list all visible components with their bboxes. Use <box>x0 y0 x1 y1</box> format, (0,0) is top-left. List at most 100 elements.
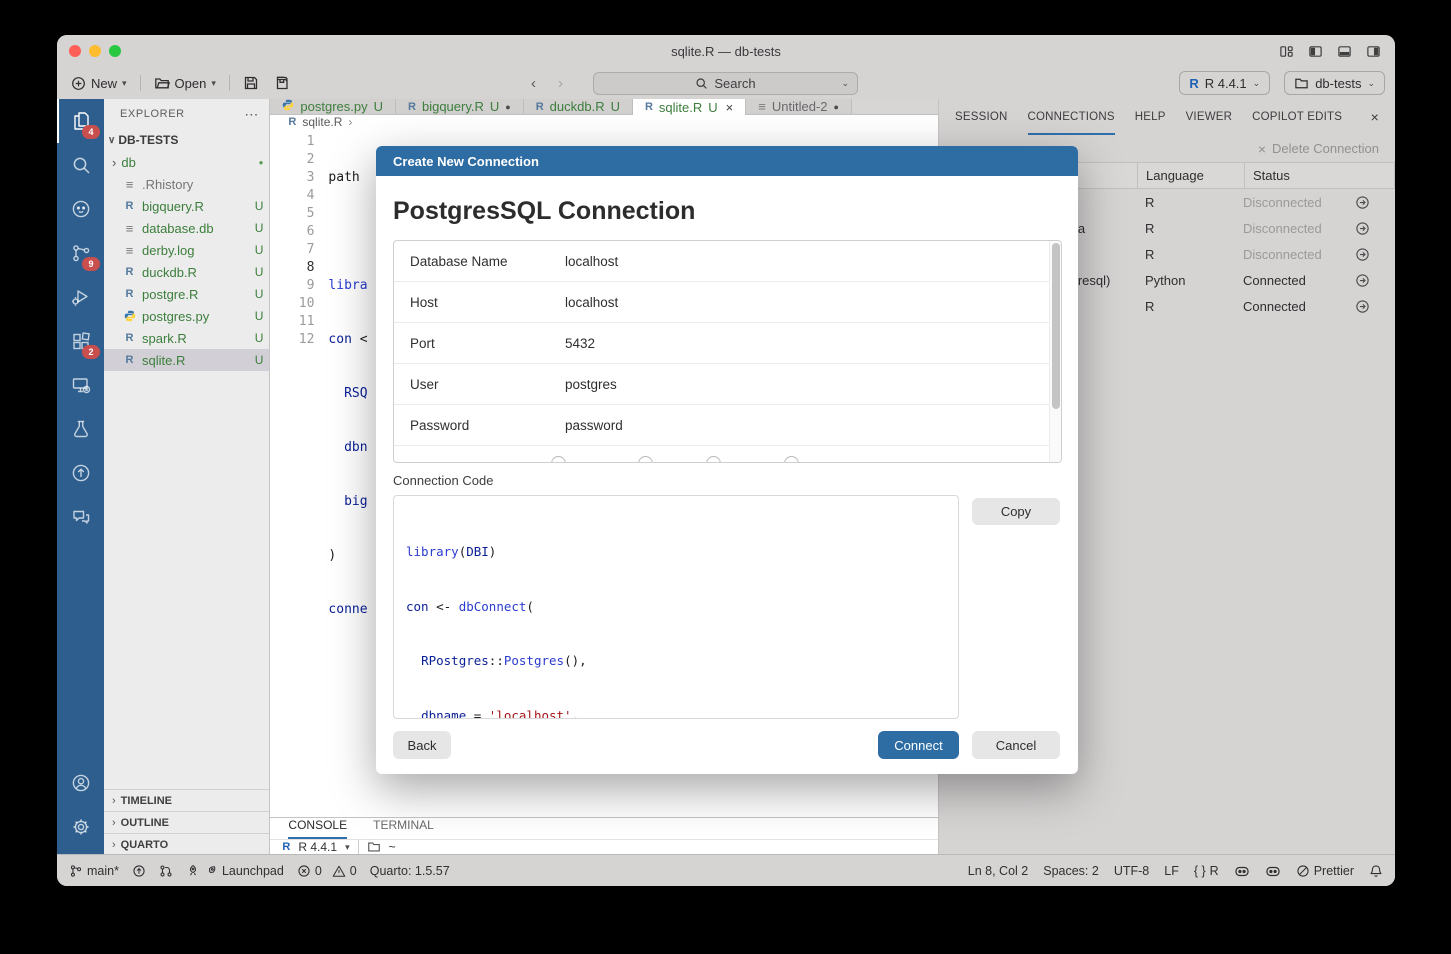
copy-button[interactable]: Copy <box>972 498 1060 525</box>
sidebar-item-run-debug[interactable] <box>57 275 104 319</box>
tab-connections[interactable]: CONNECTIONS <box>1028 99 1115 135</box>
tab-help[interactable]: HELP <box>1135 99 1166 135</box>
file-item-duckdb-r[interactable]: R duckdb.R U <box>104 261 269 283</box>
breadcrumb[interactable]: R sqlite.R › <box>270 115 938 129</box>
tab-sqlite-r[interactable]: R sqlite.R U × <box>633 99 746 115</box>
port-field[interactable]: 5432 <box>565 336 595 351</box>
sidebar-item-remote-explorer[interactable] <box>57 363 104 407</box>
save-all-button[interactable] <box>269 75 293 91</box>
tab-viewer[interactable]: VIEWER <box>1186 99 1233 135</box>
file-item-sqlite-r[interactable]: R sqlite.R U <box>104 349 269 371</box>
form-row-user[interactable]: User postgres <box>394 364 1061 405</box>
file-item-database-db[interactable]: ≡ database.db U <box>104 217 269 239</box>
radio-button[interactable] <box>551 456 566 463</box>
section-timeline[interactable]: › TIMELINE <box>104 789 269 811</box>
ellipsis-icon[interactable]: ⋯ <box>244 106 259 123</box>
file-item-derby-log[interactable]: ≡ derby.log U <box>104 239 269 261</box>
folder-open-icon <box>154 75 170 91</box>
tab-copilot-edits[interactable]: COPILOT EDITS <box>1252 99 1342 135</box>
close-tab-icon[interactable]: × <box>726 100 734 115</box>
tab-duckdb-r[interactable]: R duckdb.R U <box>524 99 633 114</box>
open-connection-icon[interactable] <box>1349 247 1376 262</box>
encoding-indicator[interactable]: UTF-8 <box>1114 864 1149 878</box>
toggle-left-panel-icon[interactable] <box>1308 44 1323 59</box>
account-button[interactable] <box>57 761 104 805</box>
radio-button[interactable] <box>638 456 653 463</box>
eol-indicator[interactable]: LF <box>1164 864 1179 878</box>
open-connection-icon[interactable] <box>1349 195 1376 210</box>
open-connection-icon[interactable] <box>1349 299 1376 314</box>
file-item-spark-r[interactable]: R spark.R U <box>104 327 269 349</box>
tab-untitled-2[interactable]: ≡ Untitled-2 ● <box>746 99 852 114</box>
delete-connection-button[interactable]: Delete Connection <box>1272 141 1379 156</box>
toggle-right-panel-icon[interactable] <box>1366 44 1381 59</box>
sidebar-item-publish[interactable] <box>57 451 104 495</box>
database-name-field[interactable]: localhost <box>565 254 618 269</box>
tab-session[interactable]: SESSION <box>955 99 1008 135</box>
language-mode[interactable]: { } R <box>1194 864 1219 878</box>
form-row-password[interactable]: Password password <box>394 405 1061 446</box>
section-quarto[interactable]: › QUARTO <box>104 833 269 855</box>
customize-layout-icon[interactable] <box>1279 44 1294 59</box>
section-outline[interactable]: › OUTLINE <box>104 811 269 833</box>
sidebar-item-extensions[interactable]: 2 <box>57 319 104 363</box>
indentation-indicator[interactable]: Spaces: 2 <box>1043 864 1099 878</box>
open-connection-icon[interactable] <box>1349 273 1376 288</box>
form-row-database-name[interactable]: Database Name localhost <box>394 241 1061 282</box>
new-button[interactable]: New ▾ <box>67 76 131 91</box>
password-field[interactable]: password <box>565 418 623 433</box>
file-item-postgre-r[interactable]: R postgre.R U <box>104 283 269 305</box>
folder-item-db[interactable]: › db ● <box>104 151 269 173</box>
tab-console[interactable]: CONSOLE <box>288 818 347 839</box>
sidebar-item-explorer[interactable]: 4 <box>57 99 104 143</box>
sidebar-item-source-control[interactable]: 9 <box>57 231 104 275</box>
radio-button[interactable] <box>784 456 799 463</box>
interpreter-selector[interactable]: R R 4.4.1 ⌄ <box>1179 71 1270 95</box>
toggle-bottom-panel-icon[interactable] <box>1337 44 1352 59</box>
open-button[interactable]: Open ▾ <box>150 75 220 91</box>
save-button[interactable] <box>239 75 263 91</box>
prettier-indicator[interactable]: Prettier <box>1296 864 1354 878</box>
tab-terminal[interactable]: TERMINAL <box>373 818 434 839</box>
workspace-root-row[interactable]: ∨ DB-TESTS <box>104 129 269 151</box>
back-button[interactable]: Back <box>393 731 451 759</box>
form-row-port[interactable]: Port 5432 <box>394 323 1061 364</box>
scrollbar-thumb[interactable] <box>1052 243 1060 409</box>
file-item-rhistory[interactable]: ≡ .Rhistory <box>104 173 269 195</box>
back-button[interactable]: ‹ <box>531 75 536 92</box>
sessions-button[interactable] <box>159 864 173 878</box>
cancel-button[interactable]: Cancel <box>972 731 1060 759</box>
bell-icon[interactable] <box>1369 864 1383 878</box>
sidebar-item-comments[interactable] <box>57 495 104 539</box>
search-input[interactable]: Search ⌄ <box>593 72 858 95</box>
dialog-titlebar[interactable]: Create New Connection <box>376 146 1078 176</box>
sidebar-item-search[interactable] <box>57 143 104 187</box>
open-connection-icon[interactable] <box>1349 221 1376 236</box>
branch-indicator[interactable]: main* <box>69 864 119 878</box>
connect-button[interactable]: Connect <box>878 731 959 759</box>
quarto-indicator[interactable]: Quarto: 1.5.57 <box>370 864 450 878</box>
settings-button[interactable] <box>57 805 104 849</box>
copilot-icon[interactable] <box>1234 864 1250 878</box>
console-interpreter[interactable]: R 4.4.1 <box>298 840 337 854</box>
host-field[interactable]: localhost <box>565 295 618 310</box>
forward-button[interactable]: › <box>558 75 563 92</box>
sync-button[interactable] <box>132 864 146 878</box>
user-field[interactable]: postgres <box>565 377 617 392</box>
close-panel-icon[interactable]: × <box>1371 109 1379 125</box>
form-scrollbar[interactable] <box>1049 241 1061 462</box>
form-row-host[interactable]: Host localhost <box>394 282 1061 323</box>
problems-indicator[interactable]: 0 0 <box>297 864 357 878</box>
radio-button[interactable] <box>706 456 721 463</box>
cursor-position[interactable]: Ln 8, Col 2 <box>968 864 1028 878</box>
tab-postgres-py[interactable]: postgres.py U <box>270 99 396 114</box>
launchpad-button[interactable]: Launchpad <box>186 864 284 878</box>
sidebar-item-testing[interactable] <box>57 407 104 451</box>
sidebar-item-github[interactable] <box>57 187 104 231</box>
file-item-postgres-py[interactable]: postgres.py U <box>104 305 269 327</box>
workspace-selector[interactable]: db-tests ⌄ <box>1284 71 1385 95</box>
copilot-icon[interactable] <box>1265 864 1281 878</box>
code-line: RPostgres::Postgres(), <box>406 652 946 670</box>
file-item-bigquery-r[interactable]: R bigquery.R U <box>104 195 269 217</box>
tab-bigquery-r[interactable]: R bigquery.R U ● <box>396 99 524 114</box>
